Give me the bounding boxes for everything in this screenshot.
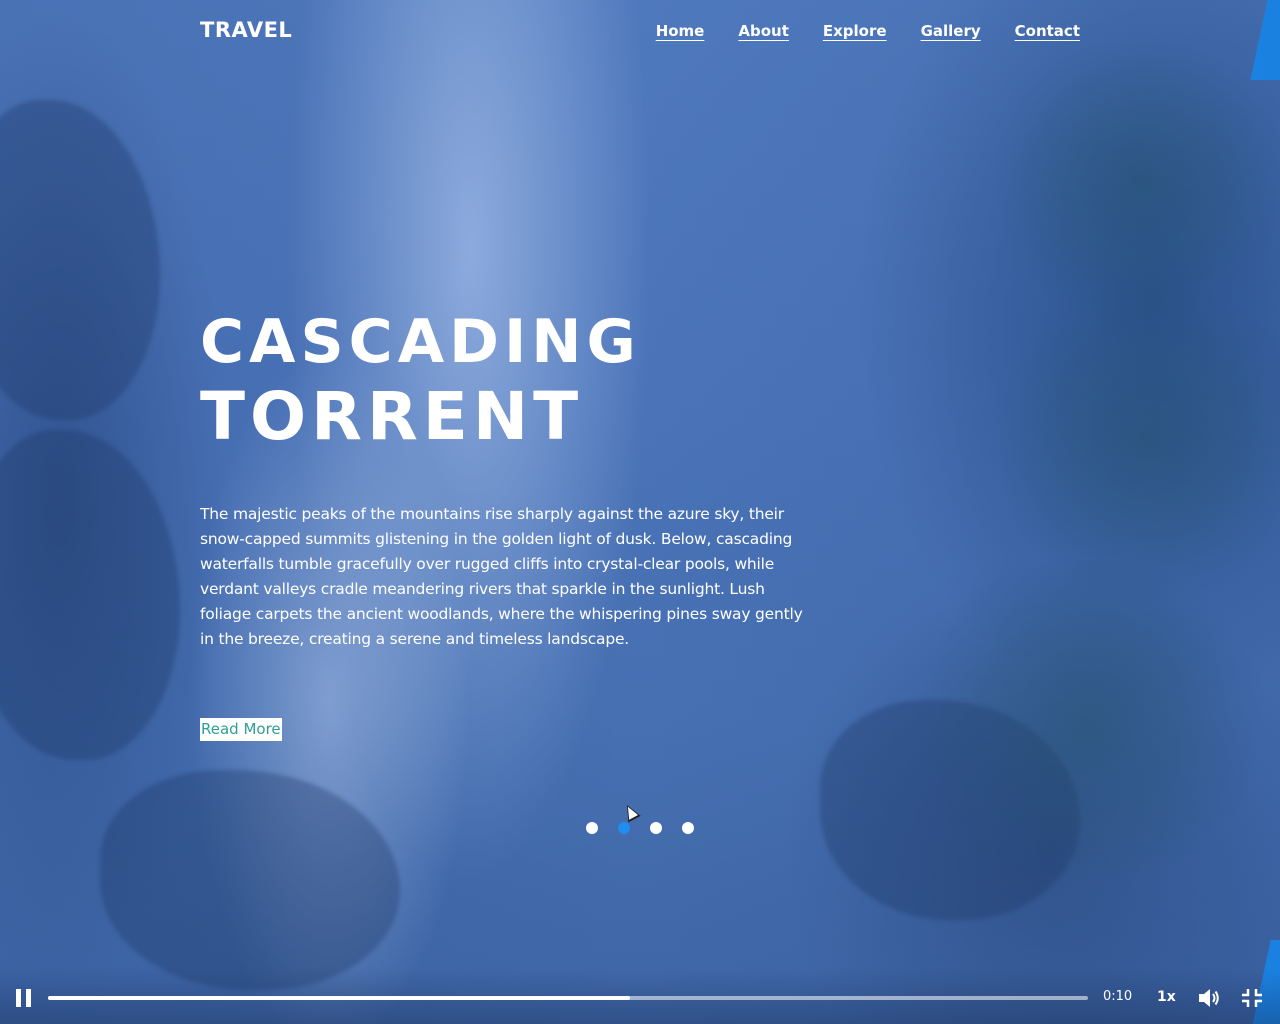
slider-dot[interactable]: [586, 822, 598, 834]
playback-speed-button[interactable]: 1x: [1157, 989, 1176, 1005]
pause-icon-bar: [16, 989, 21, 1007]
site-logo[interactable]: TRAVEL: [200, 18, 292, 42]
slider-dot[interactable]: [650, 822, 662, 834]
page: TRAVEL Home About Explore Gallery Contac…: [0, 0, 1280, 1024]
pause-button[interactable]: [16, 989, 32, 1007]
speaker-icon: [1199, 989, 1219, 1007]
nav-link-about[interactable]: About: [738, 22, 789, 40]
video-progress-bar[interactable]: [48, 996, 1088, 1000]
video-progress-fill: [48, 996, 631, 1000]
hero-title: CASCADING TORRENT: [200, 312, 641, 450]
nav-link-gallery[interactable]: Gallery: [921, 22, 981, 40]
slider-dot[interactable]: [682, 822, 694, 834]
exit-fullscreen-icon: [1242, 989, 1262, 1007]
volume-button[interactable]: [1197, 987, 1221, 1009]
slider-dot[interactable]: [618, 822, 630, 834]
nav-link-home[interactable]: Home: [656, 22, 705, 40]
hero-title-line1: CASCADING: [200, 307, 641, 377]
read-more-button[interactable]: Read More: [200, 718, 282, 741]
main-nav: Home About Explore Gallery Contact: [656, 22, 1080, 40]
nav-link-contact[interactable]: Contact: [1015, 22, 1080, 40]
nav-link-explore[interactable]: Explore: [823, 22, 887, 40]
slider-dots: [586, 822, 694, 834]
pause-icon-bar: [26, 989, 31, 1007]
exit-fullscreen-button[interactable]: [1241, 988, 1263, 1008]
video-time: 0:10: [1103, 989, 1133, 1004]
hero-title-line2: TORRENT: [200, 378, 584, 455]
hero-description: The majestic peaks of the mountains rise…: [200, 505, 803, 648]
